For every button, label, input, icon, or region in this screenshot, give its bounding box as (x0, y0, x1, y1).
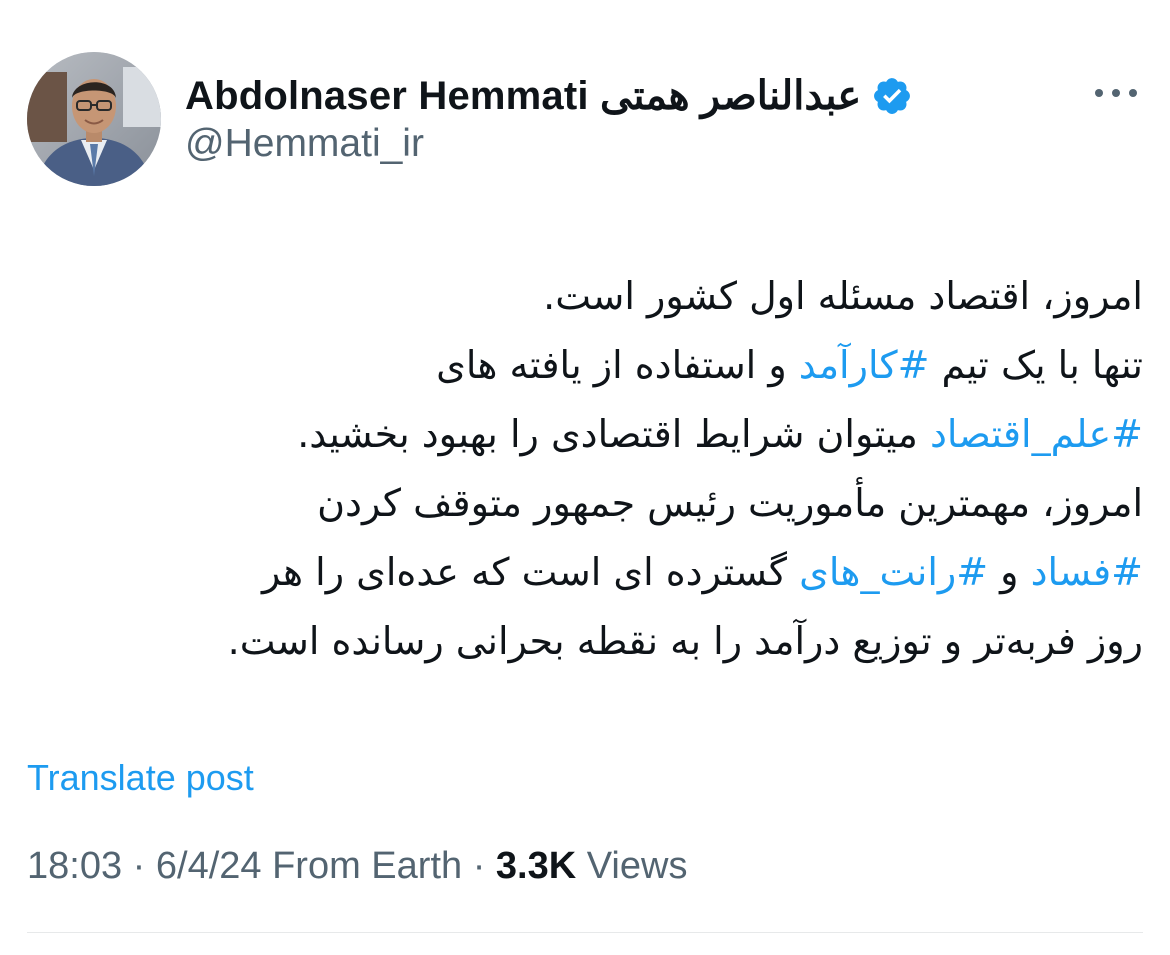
post-text: امروز، اقتصاد مسئله اول کشور است. تنها با… (40, 262, 1143, 676)
post-metadata: 18:03 · 6/4/24 From Earth · 3.3K Views (27, 845, 687, 888)
hashtag-link[interactable]: #رانت_های (799, 550, 988, 594)
author-name-row[interactable]: Abdolnaser Hemmati عبدالناصر همتی (185, 68, 913, 124)
post-text-line: امروز، مهمترین مأموریت رئیس جمهور متوقف … (40, 469, 1143, 538)
more-options-icon[interactable] (1090, 78, 1142, 108)
post-text-segment: و استفاده از یافته های (436, 343, 799, 387)
hashtag-link[interactable]: #کارآمد (799, 343, 930, 387)
post-text-line: روز فربه‌تر و توزیع درآمد را به نقطه بحر… (40, 607, 1143, 676)
author-display-name[interactable]: Abdolnaser Hemmati عبدالناصر همتی (185, 73, 861, 119)
hashtag-link[interactable]: #فساد (1031, 550, 1143, 594)
views-label: Views (586, 845, 688, 887)
translate-post-link[interactable]: Translate post (27, 757, 254, 799)
verified-badge-icon[interactable] (871, 75, 913, 117)
author-handle[interactable]: @Hemmati_ir (185, 122, 424, 166)
post-text-line: #فساد و #رانت_های گسترده ای است که عده‌ا… (40, 538, 1143, 607)
post-time[interactable]: 18:03 (27, 845, 122, 887)
avatar[interactable] (27, 52, 161, 186)
post-text-line: #علم_اقتصاد میتوان شرایط اقتصادی را بهبو… (40, 400, 1143, 469)
hashtag-link[interactable]: #علم_اقتصاد (930, 412, 1143, 456)
views-count: 3.3K (495, 845, 577, 887)
post-text-segment: میتوان شرایط اقتصادی را بهبود بخشید. (297, 412, 930, 456)
post-text-segment: و (988, 550, 1031, 594)
post-text-segment: روز فربه‌تر و توزیع درآمد را به نقطه بحر… (227, 619, 1143, 663)
post-text-segment: گسترده ای است که عده‌ای را هر (262, 550, 800, 594)
divider (27, 932, 1143, 933)
post-text-segment: امروز، مهمترین مأموریت رئیس جمهور متوقف … (317, 481, 1143, 525)
meta-separator: · (472, 845, 486, 887)
post-date[interactable]: 6/4/24 (156, 845, 262, 887)
post-text-segment: امروز، اقتصاد مسئله اول کشور است. (543, 274, 1143, 318)
post-text-segment: تنها با یک تیم (929, 343, 1143, 387)
post-text-line: امروز، اقتصاد مسئله اول کشور است. (40, 262, 1143, 331)
meta-separator: · (132, 845, 146, 887)
post-source: From Earth (272, 845, 463, 887)
avatar-image (27, 52, 161, 186)
post-text-line: تنها با یک تیم #کارآمد و استفاده از یافت… (40, 331, 1143, 400)
